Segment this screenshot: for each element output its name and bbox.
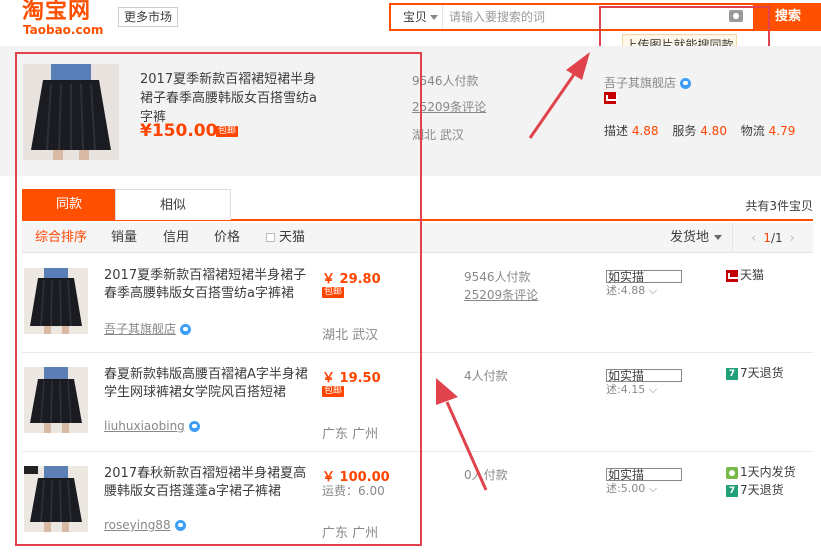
- search-type-label: 宝贝: [403, 10, 428, 24]
- next-page-icon[interactable]: ›: [790, 231, 795, 246]
- rating-desc[interactable]: 述:4.15 ⌵: [606, 383, 657, 396]
- tmall-icon: [604, 92, 618, 104]
- chevron-down-icon: [430, 15, 439, 20]
- score-label: 物流: [740, 124, 765, 138]
- service-tag: 7 7天退货: [726, 481, 784, 498]
- item-sold-count: 9546人付款: [464, 270, 531, 284]
- taobao-logo[interactable]: 淘宝网 Taobao.com: [22, 0, 112, 38]
- service-tag: 天猫: [726, 266, 764, 283]
- result-count: 共有3件宝贝: [745, 199, 813, 213]
- score-label: 描述: [604, 124, 629, 138]
- ship-from-label: 发货地: [670, 230, 710, 245]
- rating-desc[interactable]: 述:4.88 ⌵: [606, 284, 657, 297]
- score-value: 4.80: [700, 124, 727, 138]
- service-label: 7天退货: [740, 483, 784, 497]
- item-sold-count: 4人付款: [464, 369, 508, 383]
- item-rating: 如实描 述:4.88 ⌵: [606, 270, 682, 298]
- service-tag: 7 7天退货: [726, 364, 784, 381]
- logo-text-cn: 淘宝网: [22, 0, 92, 24]
- item-reviews-link[interactable]: 25209条评论: [464, 286, 538, 303]
- service-label: 1天内发货: [740, 465, 796, 479]
- shop-scores: 描述 4.88 服务 4.80 物流 4.79: [604, 122, 805, 139]
- rating-field[interactable]: 如实描: [606, 468, 682, 481]
- summary-reviews-link[interactable]: 25209条评论: [412, 98, 486, 115]
- one-day-ship-icon: [726, 466, 738, 479]
- item-sold-count: 0人付款: [464, 468, 508, 482]
- rating-desc[interactable]: 述:5.00 ⌵: [606, 482, 657, 495]
- service-label: 天猫: [740, 268, 765, 282]
- service-tag: 1天内发货: [726, 463, 796, 480]
- wangwang-icon[interactable]: [680, 78, 692, 89]
- rating-field[interactable]: 如实描: [606, 270, 682, 283]
- total-pages: 1: [775, 231, 783, 245]
- shop-name: 吾子其旗舰店: [604, 76, 677, 90]
- score-value: 4.88: [631, 124, 659, 138]
- current-page: 1: [763, 231, 771, 245]
- service-label: 7天退货: [740, 366, 784, 380]
- seven-day-return-icon: 7: [726, 484, 738, 497]
- prev-page-icon[interactable]: ‹: [751, 231, 756, 246]
- more-market-button[interactable]: 更多市场: [118, 7, 179, 27]
- ship-from-dropdown[interactable]: 发货地: [670, 223, 723, 253]
- item-rating: 如实描 述:5.00 ⌵: [606, 468, 682, 496]
- rating-field[interactable]: 如实描: [606, 369, 682, 382]
- score-label: 服务: [672, 124, 697, 138]
- search-type-select[interactable]: 宝贝: [391, 5, 443, 29]
- summary-shop[interactable]: 吾子其旗舰店: [604, 74, 692, 91]
- tmall-icon: [726, 269, 740, 282]
- seven-day-return-icon: 7: [726, 367, 738, 380]
- pagination: ‹ 1/1 ›: [732, 223, 813, 253]
- score-value: 4.79: [768, 124, 796, 138]
- annotation-highlight-box: [15, 52, 422, 546]
- chevron-down-icon: [714, 235, 723, 240]
- logo-text-en: Taobao.com: [23, 23, 104, 37]
- item-rating: 如实描 述:4.15 ⌵: [606, 369, 682, 397]
